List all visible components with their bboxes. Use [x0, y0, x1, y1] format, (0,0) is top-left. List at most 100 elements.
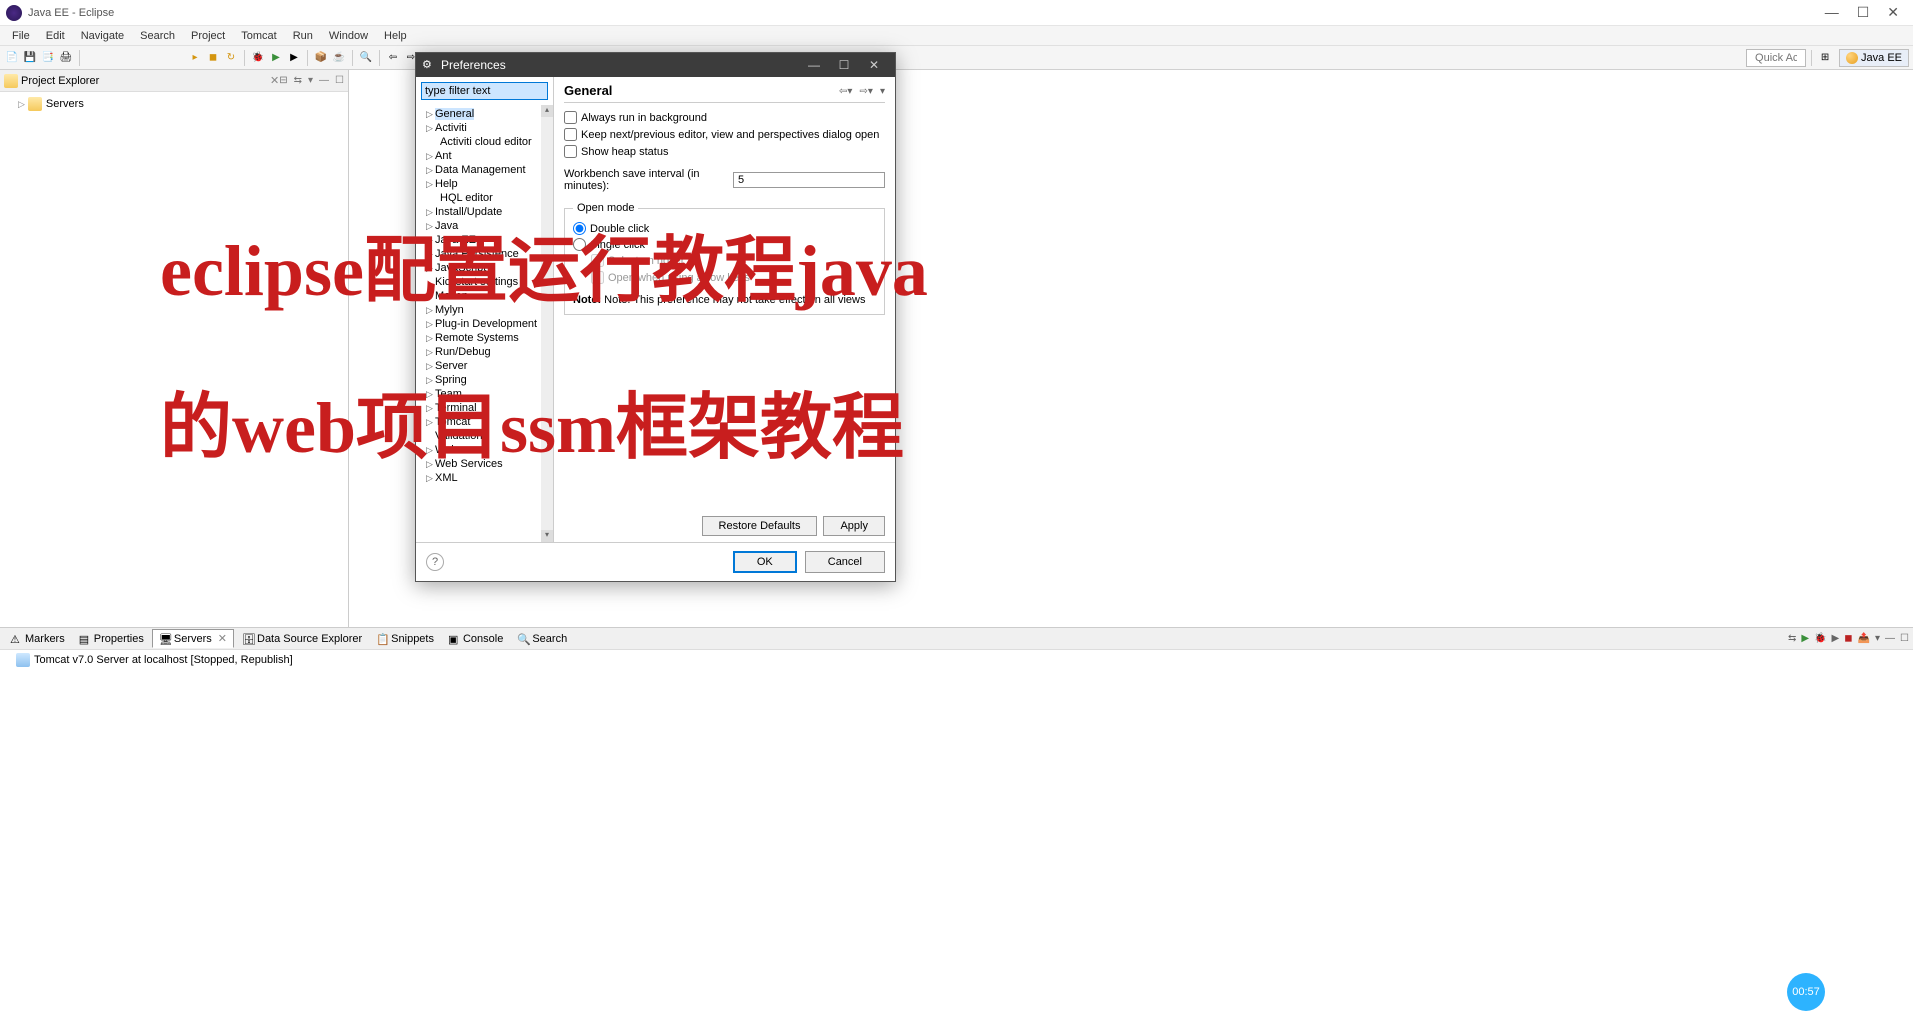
back-icon[interactable]: ⇦▾ [839, 86, 852, 97]
new-icon[interactable]: 📄 [4, 50, 20, 66]
scroll-down-icon[interactable]: ▾ [541, 530, 553, 542]
tomcat-stop-icon[interactable]: ◼ [205, 50, 221, 66]
run-last-icon[interactable]: ▶ [286, 50, 302, 66]
tab-data-source[interactable]: 🗄Data Source Explorer [236, 631, 368, 647]
dialog-titlebar[interactable]: ⚙ Preferences — ☐ ✕ [416, 53, 895, 77]
checkbox[interactable] [564, 145, 577, 158]
pref-item-activiti[interactable]: ▷Activiti [416, 121, 553, 135]
pref-item-activiti-cloud-editor[interactable]: Activiti cloud editor [416, 135, 553, 149]
perspective-javaee[interactable]: Java EE [1839, 49, 1909, 67]
tab-console[interactable]: ▣Console [442, 631, 509, 647]
scrollbar[interactable]: ▴ ▾ [541, 105, 553, 542]
open-perspective-icon[interactable]: ⊞ [1817, 50, 1833, 66]
radio[interactable] [573, 238, 586, 251]
pref-item-plug-in-development[interactable]: ▷Plug-in Development [416, 317, 553, 331]
new-server-icon[interactable]: 📦 [313, 50, 329, 66]
minimize-icon[interactable]: — [799, 58, 829, 72]
checkbox[interactable] [564, 128, 577, 141]
filter-input[interactable] [421, 82, 548, 100]
pref-item-web[interactable]: ▷Web [416, 443, 553, 457]
maximize-icon[interactable]: ☐ [1857, 4, 1870, 21]
pref-item-maven[interactable]: ▷Maven [416, 289, 553, 303]
menu-navigate[interactable]: Navigate [73, 28, 132, 44]
print-icon[interactable]: 🖨 [58, 50, 74, 66]
server-item[interactable]: Tomcat v7.0 Server at localhost [Stopped… [0, 650, 1913, 670]
pref-item-java-persistence[interactable]: ▷Java Persistence [416, 247, 553, 261]
view-menu-icon[interactable]: ▾ [308, 75, 313, 86]
pref-item-java[interactable]: ▷Java [416, 219, 553, 233]
pref-item-terminal[interactable]: ▷Terminal [416, 401, 553, 415]
pref-item-web-services[interactable]: ▷Web Services [416, 457, 553, 471]
scroll-up-icon[interactable]: ▴ [541, 105, 553, 117]
pref-item-xml[interactable]: ▷XML [416, 471, 553, 485]
pref-item-run-debug[interactable]: ▷Run/Debug [416, 345, 553, 359]
stop-server-icon[interactable]: ◼ [1844, 633, 1852, 644]
search-icon[interactable]: 🔍 [358, 50, 374, 66]
pref-item-remote-systems[interactable]: ▷Remote Systems [416, 331, 553, 345]
debug-server-icon[interactable]: 🐞 [1814, 633, 1826, 644]
radio-single[interactable]: Single click [573, 238, 876, 251]
pref-item-java-ee[interactable]: ▷Java EE [416, 233, 553, 247]
pref-item-install-update[interactable]: ▷Install/Update [416, 205, 553, 219]
checkbox-keepnext[interactable]: Keep next/previous editor, view and pers… [564, 128, 885, 141]
run-icon[interactable]: ▶ [268, 50, 284, 66]
tree-item-servers[interactable]: ▷ Servers [0, 96, 348, 112]
menu-tomcat[interactable]: Tomcat [233, 28, 284, 44]
pref-item-help[interactable]: ▷Help [416, 177, 553, 191]
checkbox-background[interactable]: Always run in background [564, 111, 885, 124]
tab-search[interactable]: 🔍Search [511, 631, 573, 647]
close-icon[interactable]: ✕ [270, 74, 279, 87]
maximize-panel-icon[interactable]: ☐ [1900, 633, 1909, 644]
tab-servers[interactable]: 🖥Servers✕ [152, 629, 234, 648]
pref-item-ant[interactable]: ▷Ant [416, 149, 553, 163]
tomcat-restart-icon[interactable]: ↻ [223, 50, 239, 66]
pref-item-hql-editor[interactable]: HQL editor [416, 191, 553, 205]
checkbox-heap[interactable]: Show heap status [564, 145, 885, 158]
pref-item-general[interactable]: ▷General [416, 107, 553, 121]
save-all-icon[interactable]: 📑 [40, 50, 56, 66]
restore-defaults-button[interactable]: Restore Defaults [702, 516, 818, 536]
forward-icon[interactable]: ⇨▾ [860, 86, 873, 97]
pref-item-spring[interactable]: ▷Spring [416, 373, 553, 387]
close-icon[interactable]: ✕ [859, 58, 889, 72]
help-icon[interactable]: ? [426, 553, 444, 571]
tab-snippets[interactable]: 📋Snippets [370, 631, 440, 647]
ok-button[interactable]: OK [733, 551, 797, 573]
link-editor-icon[interactable]: ⇆ [294, 75, 302, 86]
menu-edit[interactable]: Edit [38, 28, 73, 44]
tomcat-start-icon[interactable]: ▸ [187, 50, 203, 66]
menu-run[interactable]: Run [285, 28, 321, 44]
menu-file[interactable]: File [4, 28, 38, 44]
menu-window[interactable]: Window [321, 28, 376, 44]
save-interval-input[interactable] [733, 172, 885, 188]
close-icon[interactable]: ✕ [218, 632, 227, 645]
tab-properties[interactable]: ▤Properties [73, 631, 150, 647]
radio[interactable] [573, 222, 586, 235]
maximize-icon[interactable]: ☐ [829, 58, 859, 72]
minimize-view-icon[interactable]: — [319, 75, 329, 86]
cancel-button[interactable]: Cancel [805, 551, 885, 573]
pref-item-mylyn[interactable]: ▷Mylyn [416, 303, 553, 317]
debug-icon[interactable]: 🐞 [250, 50, 266, 66]
link-icon[interactable]: ⇆ [1788, 633, 1796, 644]
menu-icon[interactable]: ▾ [880, 86, 885, 97]
pref-item-team[interactable]: ▷Team [416, 387, 553, 401]
publish-icon[interactable]: 📤 [1858, 633, 1870, 644]
tab-markers[interactable]: ⚠Markers [4, 631, 71, 647]
pref-item-javascript[interactable]: ▷JavaScript [416, 261, 553, 275]
menu-help[interactable]: Help [376, 28, 415, 44]
collapse-all-icon[interactable]: ⊟ [279, 75, 287, 86]
apply-button[interactable]: Apply [823, 516, 885, 536]
pref-item-tomcat[interactable]: ▷Tomcat [416, 415, 553, 429]
back-icon[interactable]: ⇦ [385, 50, 401, 66]
pref-item-kickstart-settings[interactable]: Kickstart settings [416, 275, 553, 289]
menu-project[interactable]: Project [183, 28, 233, 44]
radio-double[interactable]: Double click [573, 222, 876, 235]
pref-item-server[interactable]: ▷Server [416, 359, 553, 373]
view-menu-icon[interactable]: ▾ [1875, 633, 1880, 644]
maximize-view-icon[interactable]: ☐ [335, 75, 344, 86]
menu-search[interactable]: Search [132, 28, 183, 44]
profile-server-icon[interactable]: ▶ [1832, 633, 1840, 644]
save-icon[interactable]: 💾 [22, 50, 38, 66]
minimize-panel-icon[interactable]: — [1885, 633, 1895, 644]
